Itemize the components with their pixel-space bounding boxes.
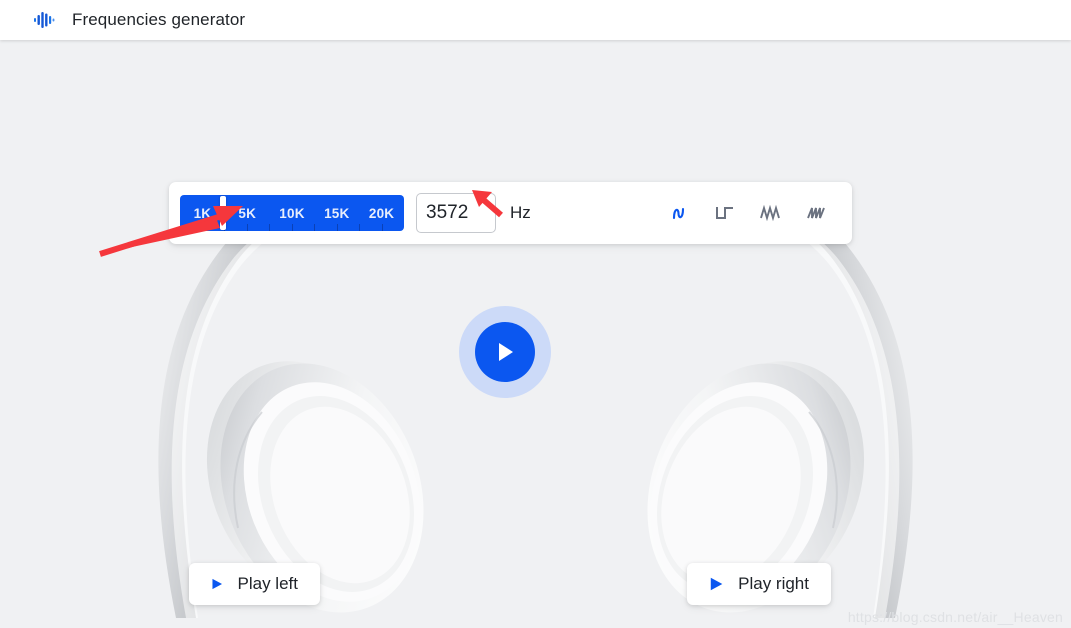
play-button-core [475, 322, 535, 382]
main-stage: https://blog.csdn.net/air__Heaven 1K 5K … [0, 40, 1071, 628]
play-button[interactable] [459, 306, 551, 398]
frequency-control-card: 1K 5K 10K 15K 20K Hz [169, 182, 852, 244]
sawtooth-wave-icon[interactable] [802, 199, 832, 227]
play-left-label: Play left [237, 574, 298, 593]
play-icon [710, 577, 723, 591]
slider-label-15k: 15K [324, 205, 350, 221]
sine-wave-icon[interactable] [664, 199, 694, 227]
watermark: https://blog.csdn.net/air__Heaven [847, 609, 1063, 625]
page-title: Frequencies generator [72, 10, 246, 29]
triangle-wave-icon[interactable] [756, 199, 786, 227]
play-right-label: Play right [738, 574, 809, 593]
play-right-button[interactable]: Play right [687, 563, 831, 605]
play-icon [499, 343, 513, 361]
slider-label-1k: 1K [193, 205, 212, 221]
slider-label-20k: 20K [368, 205, 395, 221]
slider-thumb[interactable] [220, 196, 227, 230]
unit-label: Hz [510, 203, 531, 222]
play-icon [212, 578, 223, 590]
frequency-slider[interactable]: 1K 5K 10K 15K 20K [180, 195, 404, 231]
app-header: Frequencies generator [0, 0, 1071, 40]
waveform-selector [664, 199, 832, 227]
play-left-button[interactable]: Play left [189, 563, 320, 605]
slider-label-5k: 5K [238, 205, 257, 221]
square-wave-icon[interactable] [710, 199, 740, 227]
slider-label-10k: 10K [279, 205, 305, 221]
frequency-input[interactable] [416, 193, 496, 233]
slider-tick-labels: 1K 5K 10K 15K 20K [180, 195, 404, 231]
waveform-icon [32, 8, 56, 32]
